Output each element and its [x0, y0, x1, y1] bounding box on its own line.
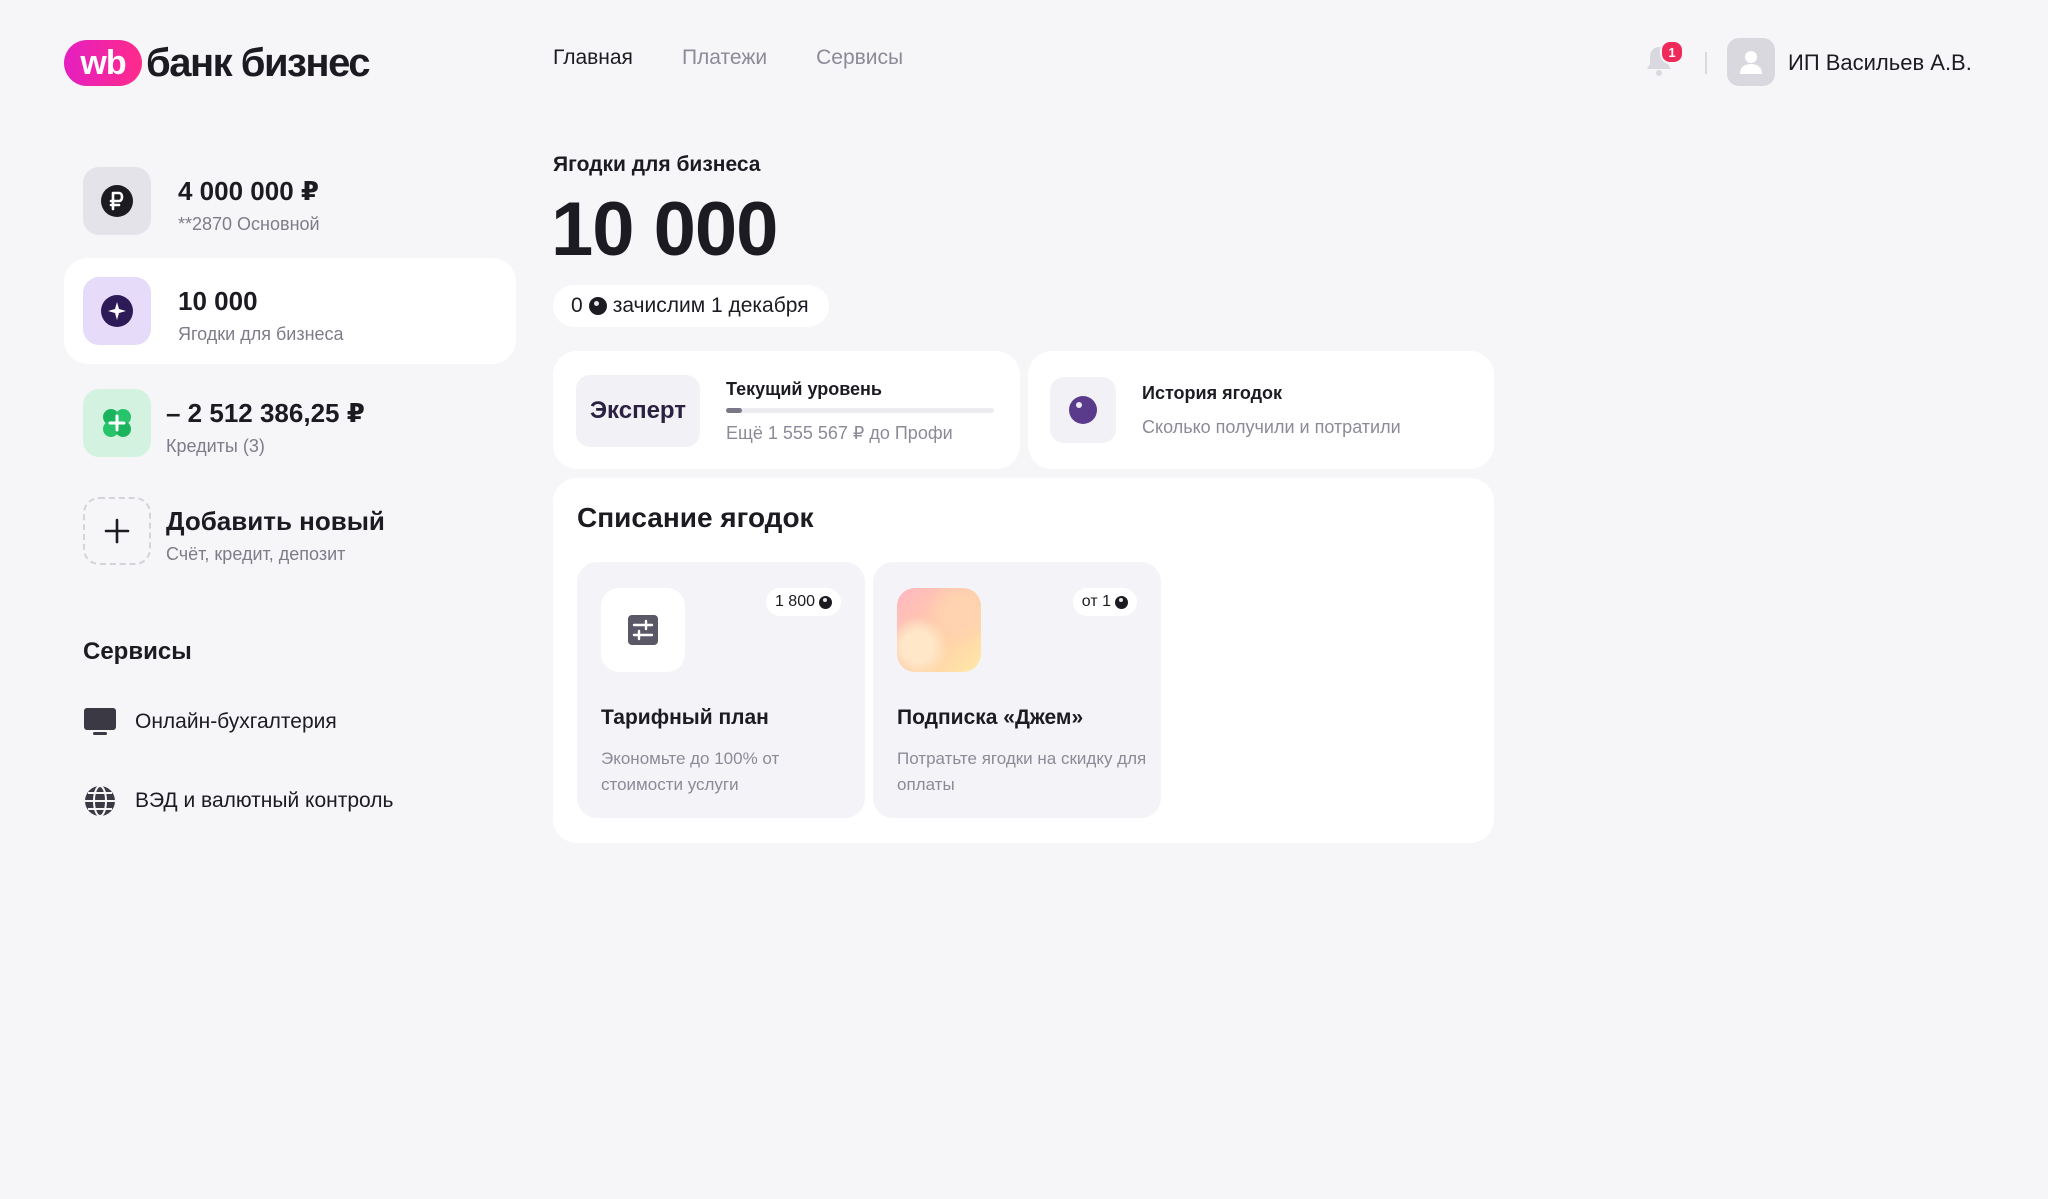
- account-berries[interactable]: 10 000 Ягодки для бизнеса: [64, 258, 516, 364]
- logo-text: банк бизнес: [146, 40, 371, 85]
- berry-icon: [1115, 595, 1128, 609]
- berries-history-card[interactable]: История ягодок Сколько получили и потрат…: [1028, 351, 1494, 469]
- monitor-icon: [84, 708, 116, 735]
- tile-price: 1 800: [774, 593, 815, 610]
- account-subtitle: **2870 Основной: [178, 214, 320, 234]
- level-subtitle: Ещё 1 555 567 ₽ до Профи: [726, 423, 953, 443]
- service-accounting[interactable]: Онлайн-бухгалтерия: [83, 707, 337, 737]
- tile-price: от 1: [1081, 593, 1111, 610]
- tile-jam-subscription[interactable]: от 1 Подписка «Джем» Потратьте ягодки на…: [873, 562, 1161, 818]
- berries-label: Ягодки для бизнеса: [553, 153, 761, 176]
- tile-description: Потратьте ягодки на скидку для оплаты: [897, 749, 1147, 794]
- berries-balance: 10 000: [551, 187, 778, 272]
- berry-icon: [101, 295, 133, 327]
- level-card[interactable]: Эксперт Текущий уровень Ещё 1 555 567 ₽ …: [553, 351, 1020, 469]
- berry-icon: [819, 595, 832, 609]
- credit-icon: [103, 409, 131, 437]
- level-title: Текущий уровень: [726, 379, 882, 399]
- pending-chip: 0 зачислим 1 декабря: [553, 285, 829, 327]
- user-icon: [1740, 51, 1762, 74]
- account-amount: – 2 512 386,25 ₽: [166, 398, 365, 428]
- nav-services[interactable]: Сервисы: [816, 46, 903, 70]
- spend-title: Списание ягодок: [577, 502, 814, 533]
- account-subtitle: Кредиты (3): [166, 436, 265, 456]
- account-icon-tile: [83, 497, 151, 565]
- level-progress-bar: [726, 408, 994, 413]
- level-progress-fill: [726, 408, 743, 413]
- globe-icon: [85, 785, 115, 817]
- header-divider: [1705, 52, 1707, 74]
- add-account-button[interactable]: Добавить новый Счёт, кредит, депозит: [64, 478, 516, 584]
- tile-title: Тарифный план: [601, 706, 769, 729]
- account-amount: 4 000 000 ₽: [178, 176, 319, 206]
- logo[interactable]: wb банк бизнес: [64, 40, 371, 86]
- tile-icon: [601, 588, 685, 672]
- nav-payments[interactable]: Платежи: [682, 46, 767, 70]
- account-icon-tile: [83, 167, 151, 235]
- spend-berries-card: Списание ягодок 1 800 Тарифный план Экон…: [553, 478, 1494, 843]
- service-label: Онлайн-бухгалтерия: [135, 710, 337, 733]
- tile-description: Экономьте до 100% от стоимости услуги: [601, 749, 780, 794]
- tile-tariff-plan[interactable]: 1 800 Тарифный план Экономьте до 100% от…: [577, 562, 865, 818]
- sliders-icon: [628, 615, 658, 645]
- history-subtitle: Сколько получили и потратили: [1142, 417, 1401, 437]
- service-currency-control[interactable]: ВЭД и валютный контроль: [83, 784, 393, 818]
- notification-badge: 1: [1660, 40, 1684, 64]
- account-credits[interactable]: – 2 512 386,25 ₽ Кредиты (3): [64, 370, 516, 476]
- account-subtitle: Ягодки для бизнеса: [178, 324, 344, 344]
- pending-amount: 0: [571, 294, 583, 317]
- add-account-subtitle: Счёт, кредит, депозит: [166, 544, 346, 564]
- plus-icon: [104, 518, 130, 544]
- account-amount: 10 000: [178, 286, 258, 316]
- service-label: ВЭД и валютный контроль: [135, 789, 394, 812]
- account-icon-tile: [83, 389, 151, 457]
- account-icon-tile: [83, 277, 151, 345]
- gradient-icon: [897, 588, 981, 672]
- add-account-title: Добавить новый: [166, 506, 385, 536]
- account-main[interactable]: 4 000 000 ₽ **2870 Основной: [64, 148, 516, 254]
- user-name[interactable]: ИП Васильев А.В.: [1788, 50, 1972, 76]
- tile-title: Подписка «Джем»: [897, 706, 1084, 729]
- berry-icon: [1069, 396, 1097, 424]
- history-icon-tile: [1050, 377, 1116, 443]
- level-badge: Эксперт: [576, 375, 700, 447]
- tile-price-badge: от 1: [1072, 588, 1137, 616]
- berry-icon: [588, 297, 607, 315]
- services-heading: Сервисы: [83, 638, 192, 665]
- main-nav: Главная Платежи Сервисы: [553, 46, 903, 70]
- top-bar: wb банк бизнес Главная Платежи Сервисы 1…: [0, 0, 2048, 120]
- logo-badge: wb: [64, 40, 142, 86]
- history-title: История ягодок: [1142, 383, 1283, 403]
- avatar[interactable]: [1727, 38, 1775, 86]
- tile-price-badge: 1 800: [765, 588, 841, 616]
- pending-text: зачислим 1 декабря: [612, 294, 809, 317]
- ruble-icon: [101, 185, 133, 217]
- nav-home[interactable]: Главная: [553, 46, 633, 70]
